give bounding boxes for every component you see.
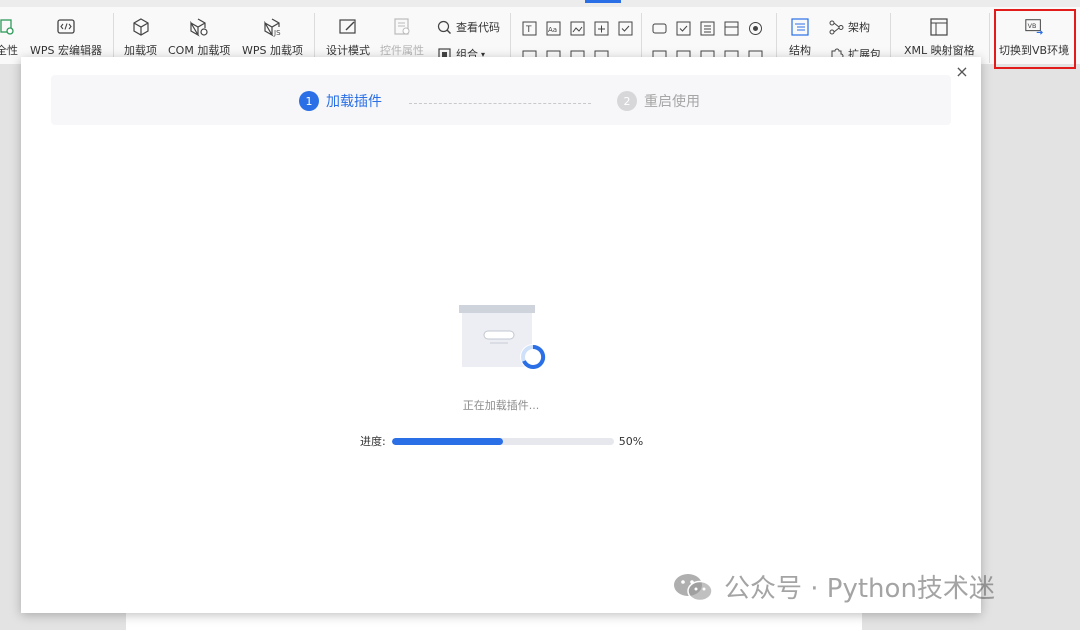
ribbon-design-mode-button[interactable]: 设计模式 (326, 17, 370, 58)
checkbox-control-icon[interactable] (616, 19, 634, 37)
list-box-icon[interactable] (698, 19, 716, 37)
content-controls-row-1: T Aa (520, 19, 634, 37)
ribbon-item-label: 控件属性 (380, 44, 424, 57)
control-properties-icon (392, 17, 412, 37)
ribbon-item-label: 加载项 (124, 44, 157, 57)
xml-mapping-icon (929, 17, 949, 37)
highlight-annotation-box (994, 9, 1076, 69)
svg-text:JS: JS (273, 29, 281, 37)
checkbox-icon[interactable] (674, 19, 692, 37)
structure-label: 结构 (789, 44, 811, 57)
form-field-icon[interactable] (650, 19, 668, 37)
ribbon-schema-button[interactable]: 架构 (828, 19, 870, 35)
view-code-icon (436, 19, 452, 35)
cube-js-icon: JS (263, 17, 283, 37)
view-code-label: 查看代码 (456, 21, 500, 34)
ribbon-macro-editor-button[interactable]: WPS 宏编辑器 (30, 17, 102, 58)
wechat-logo-icon (674, 573, 713, 601)
ribbon-security-button[interactable]: 全性 (0, 17, 18, 58)
frame-icon[interactable] (722, 19, 740, 37)
ribbon-wps-addins-button[interactable]: JS WPS 加载项 (242, 17, 303, 58)
step-label: 加载插件 (326, 94, 382, 110)
ribbon-separator (641, 13, 642, 63)
step-load-plugin: 1 加载插件 (299, 91, 382, 111)
plugin-loading-dialog: × 1 加载插件 2 重启使用 正在加载插件... 进度: 50% (21, 57, 981, 613)
steps-bar: 1 加载插件 2 重启使用 (51, 75, 951, 125)
svg-text:Aa: Aa (548, 26, 557, 34)
close-button[interactable]: × (953, 63, 971, 81)
progress-bar-fill (391, 437, 503, 445)
picture-control-icon[interactable] (568, 19, 586, 37)
rich-text-control-icon[interactable]: Aa (544, 19, 562, 37)
ribbon-item-label: COM 加载项 (168, 44, 231, 57)
progress-percent: 50% (618, 434, 644, 448)
ribbon-separator (776, 13, 777, 63)
step-label: 重启使用 (644, 94, 700, 110)
design-mode-icon (338, 17, 358, 37)
ribbon-separator (989, 13, 990, 63)
ribbon-item-label: 设计模式 (326, 44, 370, 57)
xml-mapping-label: XML 映射窗格 (904, 44, 975, 57)
wps-window: 全性 WPS 宏编辑器 加载项 COM 加载项 JS WPS 加载项 设计模式 … (0, 0, 1080, 630)
building-block-icon[interactable] (592, 19, 610, 37)
structure-icon (790, 17, 810, 37)
ribbon-structure-button[interactable]: 结构 (789, 17, 811, 58)
progress-bar-track (391, 437, 614, 445)
ribbon-com-addins-button[interactable]: COM 加载项 (168, 17, 230, 58)
code-editor-icon (56, 17, 76, 37)
loading-status-text: 正在加载插件... (462, 399, 540, 412)
ribbon-xml-mapping-button[interactable]: XML 映射窗格 (904, 17, 975, 58)
legacy-controls-row-1 (650, 19, 764, 37)
ribbon-control-properties-button[interactable]: 控件属性 (380, 17, 424, 58)
schema-icon (828, 19, 844, 35)
text-control-icon[interactable]: T (520, 19, 538, 37)
step-connector (409, 103, 591, 104)
ribbon-view-code-button[interactable]: 查看代码 (436, 19, 500, 35)
shield-doc-icon (0, 17, 17, 37)
loading-box-illustration (456, 305, 546, 375)
ribbon-separator (314, 13, 315, 63)
ribbon-item-label: WPS 加载项 (242, 44, 303, 57)
ribbon-separator (890, 13, 891, 63)
ribbon-item-label: WPS 宏编辑器 (30, 44, 102, 57)
watermark-text: 公众号 · Python技术迷 (724, 574, 995, 604)
step-restart-use: 2 重启使用 (617, 91, 700, 111)
step-number: 1 (299, 91, 319, 111)
schema-label: 架构 (848, 21, 870, 34)
svg-text:T: T (525, 25, 532, 35)
step-number: 2 (617, 91, 637, 111)
cube-icon (131, 17, 151, 37)
active-tab-indicator (585, 0, 621, 3)
ribbon-addins-button[interactable]: 加载项 (124, 17, 157, 58)
watermark: 公众号 · Python技术迷 (672, 568, 995, 605)
ribbon-separator (510, 13, 511, 63)
ribbon-item-label: 全性 (0, 44, 18, 57)
developer-ribbon: 全性 WPS 宏编辑器 加载项 COM 加载项 JS WPS 加载项 设计模式 … (0, 0, 1080, 64)
cube-gear-icon (189, 17, 209, 37)
ribbon-separator (113, 13, 114, 63)
progress-row: 进度: 50% (360, 434, 644, 449)
progress-label: 进度: (360, 435, 386, 448)
radio-button-icon[interactable] (746, 19, 764, 37)
